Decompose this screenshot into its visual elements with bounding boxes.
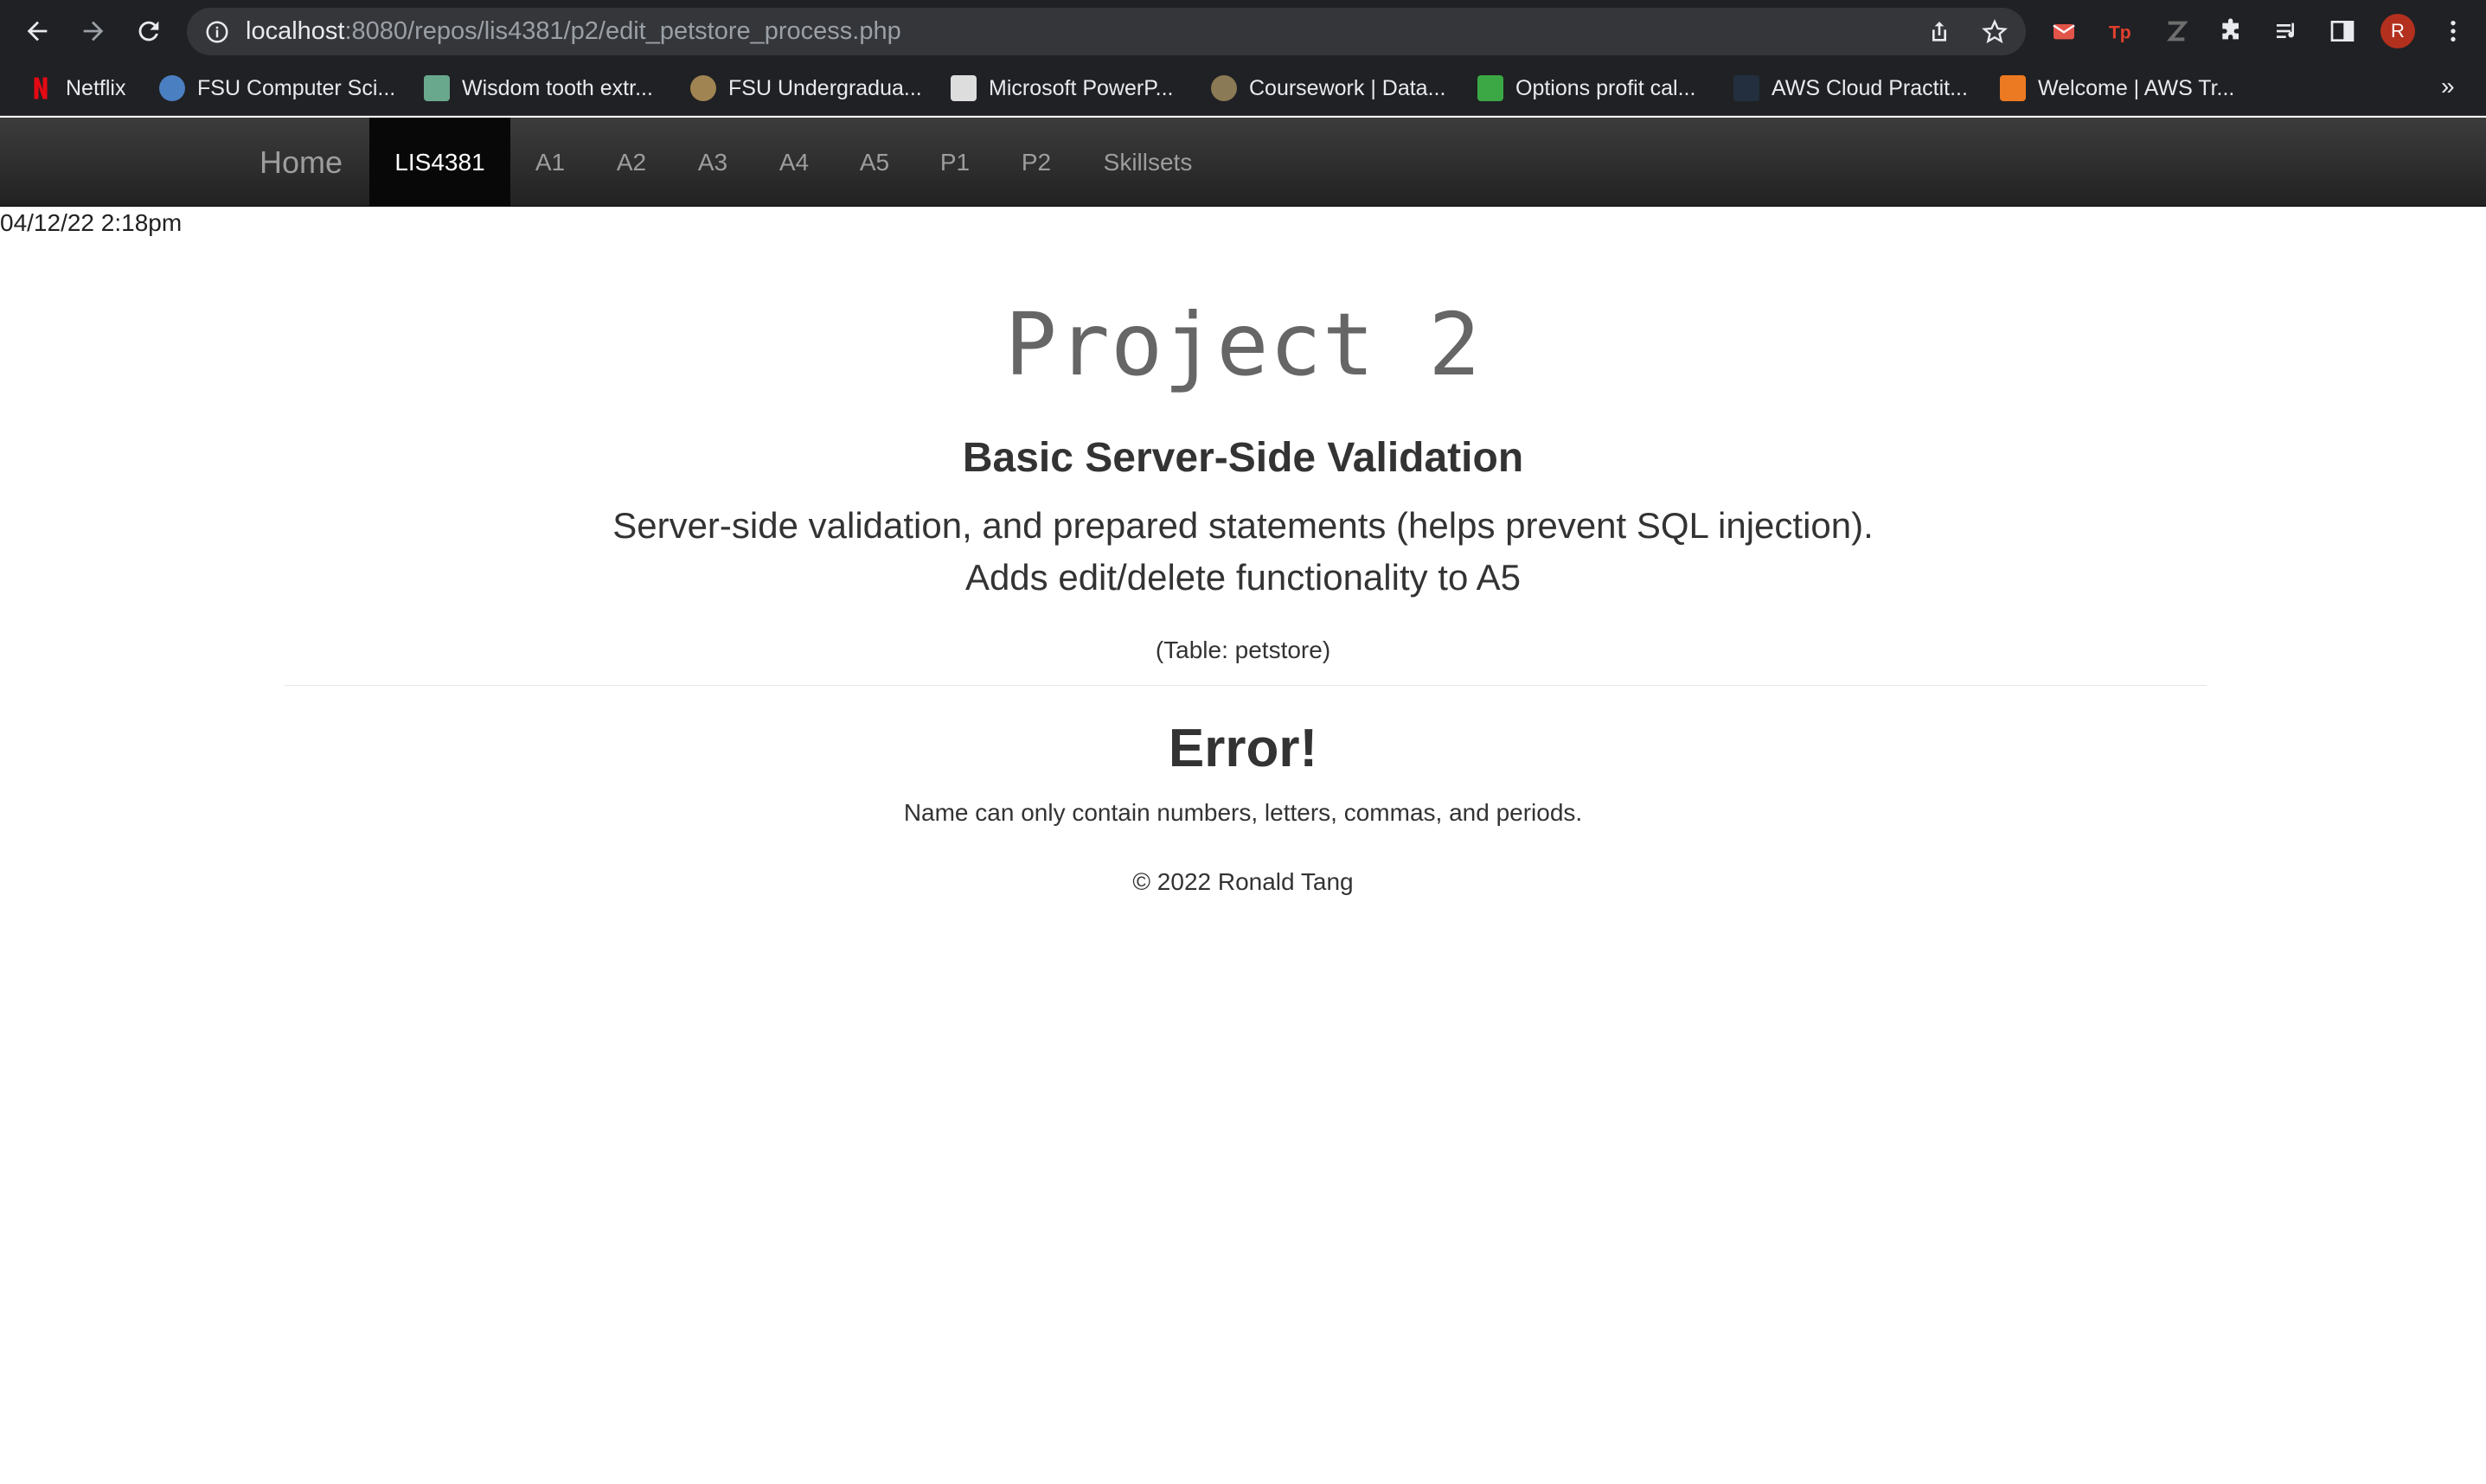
url-path: :8080/repos/lis4381/p2/edit_petstore_pro…: [344, 17, 901, 45]
address-bar[interactable]: localhost:8080/repos/lis4381/p2/edit_pet…: [187, 8, 2026, 55]
bookmark-options-profit[interactable]: Options profit cal...: [1477, 71, 1695, 106]
puzzle-extensions-icon[interactable]: [2216, 16, 2247, 47]
nav-brand-home[interactable]: Home: [259, 118, 343, 207]
share-icon[interactable]: [1925, 18, 1953, 46]
powerpoint-favicon-icon: [951, 75, 977, 101]
bookmark-fsu-cs[interactable]: FSU Computer Sci...: [159, 71, 395, 106]
netflix-logo-icon: [34, 77, 48, 99]
page-lead: Server-side validation, and prepared sta…: [0, 500, 2486, 604]
lead-line-1: Server-side validation, and prepared sta…: [612, 505, 1874, 546]
bookmark-aws-cloud[interactable]: AWS Cloud Practit...: [1733, 71, 1968, 106]
bookmark-wisdom-tooth[interactable]: Wisdom tooth extr...: [424, 71, 653, 106]
bookmark-label: Wisdom tooth extr...: [462, 75, 653, 100]
side-panel-icon[interactable]: [2327, 16, 2358, 47]
profile-avatar[interactable]: R: [2380, 14, 2415, 48]
extension-tp-icon[interactable]: Tp: [2105, 16, 2137, 47]
nav-item-a1[interactable]: A1: [522, 118, 579, 207]
bookmarks-bar: Netflix FSU Computer Sci... Wisdom tooth…: [0, 62, 2486, 116]
reading-list-icon[interactable]: [2271, 16, 2303, 47]
page-title: Project 2: [1004, 294, 1482, 395]
lead-line-2: Adds edit/delete functionality to A5: [964, 557, 1522, 598]
nav-item-p1[interactable]: P1: [926, 118, 984, 207]
browser-menu-icon[interactable]: [2438, 16, 2469, 47]
error-message: Name can only contain numbers, letters, …: [903, 799, 1583, 826]
table-note: (Table: petstore): [1155, 636, 1331, 663]
page-subtitle: Basic Server-Side Validation: [962, 435, 1524, 481]
error-heading: Error!: [1168, 719, 1318, 778]
nav-item-a2[interactable]: A2: [603, 118, 660, 207]
current-datetime: 04/12/22 2:18pm: [0, 209, 183, 236]
bookmark-fsu-undergrad[interactable]: FSU Undergradua...: [690, 71, 922, 106]
bookmark-aws-training[interactable]: Welcome | AWS Tr...: [2000, 71, 2234, 106]
aws-favicon-icon: [1733, 75, 1759, 101]
aws-training-favicon-icon: [2000, 75, 2026, 101]
divider: [285, 685, 2207, 686]
fsu-seal-favicon-icon: [690, 75, 716, 101]
url-text[interactable]: localhost:8080/repos/lis4381/p2/edit_pet…: [246, 8, 901, 55]
nav-item-lis4381[interactable]: LIS4381: [369, 118, 510, 207]
nav-item-skillsets[interactable]: Skillsets: [1088, 118, 1208, 207]
site-info-icon[interactable]: [204, 19, 230, 45]
forward-arrow-icon[interactable]: [74, 12, 112, 50]
browser-toolbar: localhost:8080/repos/lis4381/p2/edit_pet…: [0, 0, 2486, 62]
bookmark-label: Coursework | Data...: [1249, 75, 1446, 100]
fsu-cs-favicon-icon: [159, 75, 185, 101]
reload-icon[interactable]: [130, 12, 168, 50]
extension-mail-icon[interactable]: [2048, 16, 2079, 47]
bookmark-label: FSU Computer Sci...: [197, 75, 396, 100]
bookmark-label: Options profit cal...: [1515, 75, 1696, 100]
bookmark-label: Netflix: [66, 75, 126, 100]
bookmark-star-icon[interactable]: [1981, 18, 2009, 46]
wisdom-tooth-favicon-icon: [424, 75, 450, 101]
svg-text:Tp: Tp: [2109, 22, 2131, 43]
url-host: localhost: [246, 17, 345, 45]
coursework-favicon-icon: [1211, 75, 1237, 101]
nav-item-p2[interactable]: P2: [1008, 118, 1065, 207]
bookmark-netflix[interactable]: Netflix: [28, 71, 125, 106]
nav-item-a4[interactable]: A4: [766, 118, 823, 207]
nav-item-a5[interactable]: A5: [846, 118, 903, 207]
back-arrow-icon[interactable]: [18, 12, 56, 50]
bookmark-label: Microsoft PowerP...: [989, 75, 1174, 100]
bookmark-label: Welcome | AWS Tr...: [2038, 75, 2235, 100]
bookmark-label: FSU Undergradua...: [728, 75, 922, 100]
nav-item-a3[interactable]: A3: [684, 118, 741, 207]
bookmark-coursework[interactable]: Coursework | Data...: [1211, 71, 1445, 106]
extension-z-icon[interactable]: [2161, 16, 2192, 47]
options-profit-favicon-icon: [1477, 75, 1503, 101]
bookmark-label: AWS Cloud Practit...: [1772, 75, 1968, 100]
page-footer: © 2022 Ronald Tang: [1132, 868, 1354, 895]
bookmark-powerpoint[interactable]: Microsoft PowerP...: [951, 71, 1174, 106]
more-bookmarks-icon[interactable]: »: [2441, 73, 2455, 100]
site-navbar: Home LIS4381 A1 A2 A3 A4 A5 P1 P2 Skills…: [0, 118, 2486, 207]
